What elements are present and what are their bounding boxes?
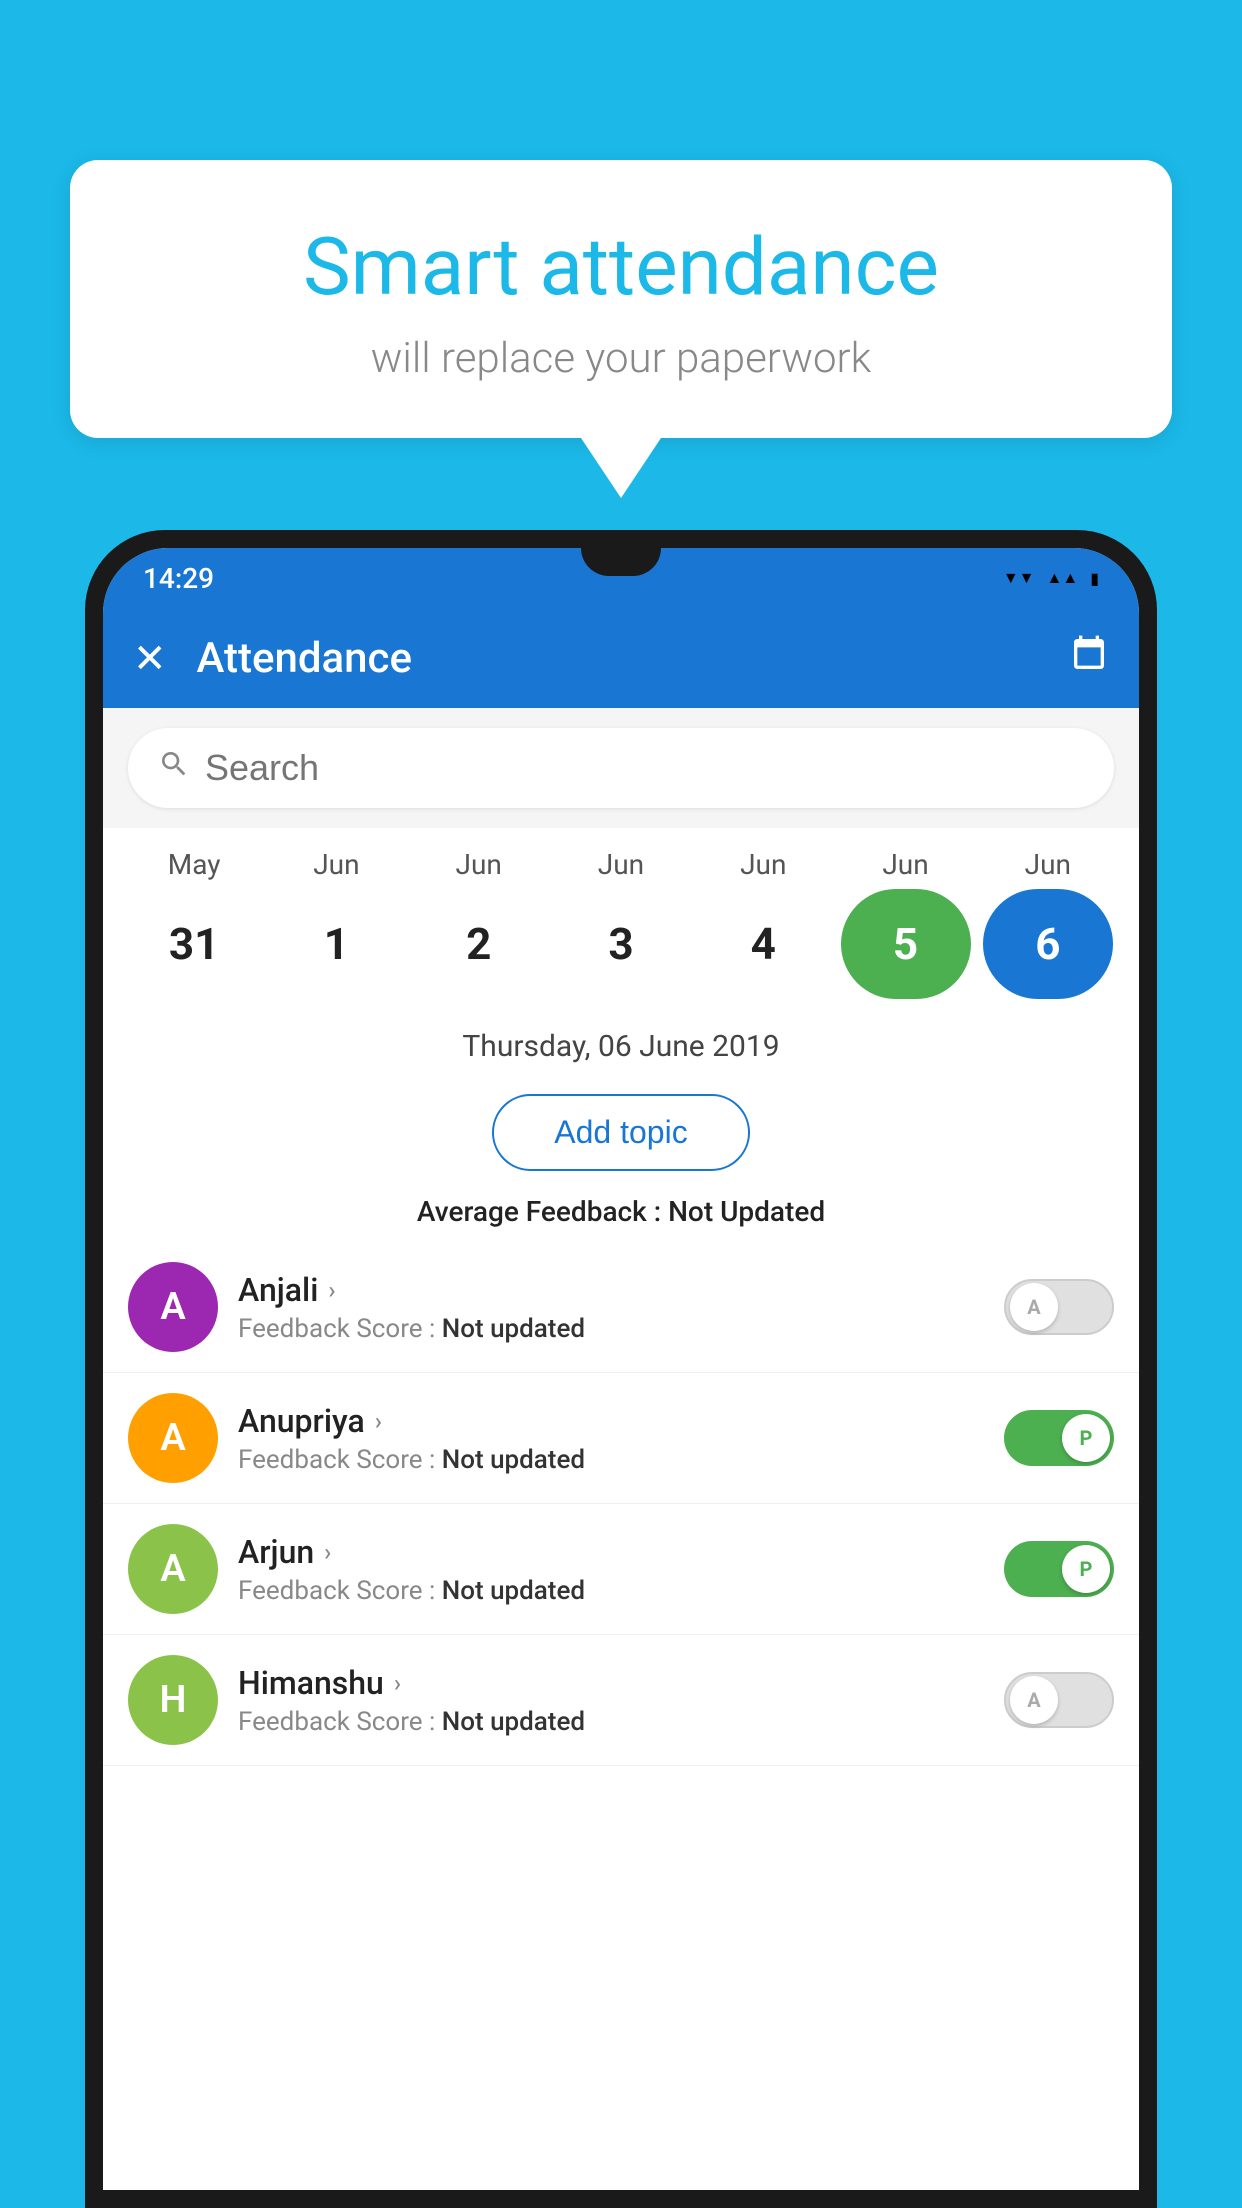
speech-bubble: Smart attendance will replace your paper… <box>70 160 1172 438</box>
chevron-right-icon: › <box>375 1407 382 1435</box>
student-info: Himanshu › Feedback Score : Not updated <box>238 1664 1004 1737</box>
status-bar: 14:29 ▼▼ ▲▲ ▮ <box>103 548 1139 608</box>
avatar: H <box>128 1655 218 1745</box>
month-1: Jun <box>271 848 401 881</box>
student-info: Anjali › Feedback Score : Not updated <box>238 1271 1004 1344</box>
student-feedback: Feedback Score : Not updated <box>238 1707 1004 1737</box>
date-31[interactable]: 31 <box>129 889 259 999</box>
toggle-container[interactable]: A <box>1004 1279 1114 1335</box>
attendance-toggle[interactable]: A <box>1004 1279 1114 1335</box>
date-5[interactable]: 5 <box>841 889 971 999</box>
toggle-knob: P <box>1062 1414 1110 1462</box>
speech-bubble-container: Smart attendance will replace your paper… <box>70 160 1172 498</box>
month-4: Jun <box>698 848 828 881</box>
feedback-label: Average Feedback : <box>417 1195 668 1228</box>
notch <box>581 548 661 576</box>
date-6[interactable]: 6 <box>983 889 1113 999</box>
phone-frame: 14:29 ▼▼ ▲▲ ▮ ✕ Attendance <box>85 530 1157 2208</box>
search-input[interactable] <box>205 747 1084 789</box>
month-2: Jun <box>414 848 544 881</box>
student-name[interactable]: Anupriya › <box>238 1402 1004 1440</box>
app-title: Attendance <box>197 634 1069 683</box>
student-feedback: Feedback Score : Not updated <box>238 1576 1004 1606</box>
student-feedback: Feedback Score : Not updated <box>238 1314 1004 1344</box>
month-0: May <box>129 848 259 881</box>
add-topic-container: Add topic <box>103 1084 1139 1181</box>
chevron-right-icon: › <box>324 1538 331 1566</box>
date-3[interactable]: 3 <box>556 889 686 999</box>
student-name[interactable]: Anjali › <box>238 1271 1004 1309</box>
list-item: H Himanshu › Feedback Score : Not update… <box>103 1635 1139 1766</box>
student-feedback: Feedback Score : Not updated <box>238 1445 1004 1475</box>
search-icon <box>158 748 190 788</box>
signal-icon: ▲▲ <box>1047 568 1079 588</box>
chevron-right-icon: › <box>394 1669 401 1697</box>
attendance-toggle[interactable]: P <box>1004 1410 1114 1466</box>
date-4[interactable]: 4 <box>698 889 828 999</box>
toggle-container[interactable]: A <box>1004 1672 1114 1728</box>
wifi-icon: ▼▼ <box>1003 568 1035 588</box>
student-list: A Anjali › Feedback Score : Not updated … <box>103 1242 1139 1766</box>
month-5: Jun <box>841 848 971 881</box>
calendar-strip: May Jun Jun Jun Jun Jun Jun 31 1 2 3 4 5… <box>103 828 1139 1009</box>
search-bar[interactable] <box>128 728 1114 808</box>
attendance-toggle[interactable]: P <box>1004 1541 1114 1597</box>
date-display: Thursday, 06 June 2019 <box>103 1009 1139 1084</box>
list-item: A Anjali › Feedback Score : Not updated … <box>103 1242 1139 1373</box>
month-6: Jun <box>983 848 1113 881</box>
student-info: Arjun › Feedback Score : Not updated <box>238 1533 1004 1606</box>
status-icons: ▼▼ ▲▲ ▮ <box>1003 568 1099 588</box>
toggle-container[interactable]: P <box>1004 1410 1114 1466</box>
date-1[interactable]: 1 <box>271 889 401 999</box>
toggle-knob: P <box>1062 1545 1110 1593</box>
attendance-toggle[interactable]: A <box>1004 1672 1114 1728</box>
toggle-knob: A <box>1010 1676 1058 1724</box>
toggle-knob: A <box>1010 1283 1058 1331</box>
list-item: A Anupriya › Feedback Score : Not update… <box>103 1373 1139 1504</box>
add-topic-button[interactable]: Add topic <box>492 1094 749 1171</box>
feedback-line: Average Feedback : Not Updated <box>103 1181 1139 1242</box>
speech-bubble-title: Smart attendance <box>120 220 1122 314</box>
calendar-months: May Jun Jun Jun Jun Jun Jun <box>123 848 1119 881</box>
phone-screen: 14:29 ▼▼ ▲▲ ▮ ✕ Attendance <box>103 548 1139 2190</box>
student-name[interactable]: Himanshu › <box>238 1664 1004 1702</box>
date-2[interactable]: 2 <box>414 889 544 999</box>
speech-bubble-tail <box>581 438 661 498</box>
calendar-icon[interactable] <box>1069 634 1109 683</box>
close-button[interactable]: ✕ <box>133 635 167 682</box>
calendar-dates: 31 1 2 3 4 5 6 <box>123 889 1119 999</box>
avatar: A <box>128 1262 218 1352</box>
month-3: Jun <box>556 848 686 881</box>
battery-icon: ▮ <box>1090 569 1099 588</box>
chevron-right-icon: › <box>328 1276 335 1304</box>
avatar: A <box>128 1393 218 1483</box>
feedback-value: Not Updated <box>668 1195 825 1228</box>
speech-bubble-subtitle: will replace your paperwork <box>120 334 1122 383</box>
student-info: Anupriya › Feedback Score : Not updated <box>238 1402 1004 1475</box>
list-item: A Arjun › Feedback Score : Not updated P <box>103 1504 1139 1635</box>
search-container <box>103 708 1139 828</box>
status-time: 14:29 <box>143 562 214 595</box>
app-bar: ✕ Attendance <box>103 608 1139 708</box>
toggle-container[interactable]: P <box>1004 1541 1114 1597</box>
avatar: A <box>128 1524 218 1614</box>
student-name[interactable]: Arjun › <box>238 1533 1004 1571</box>
